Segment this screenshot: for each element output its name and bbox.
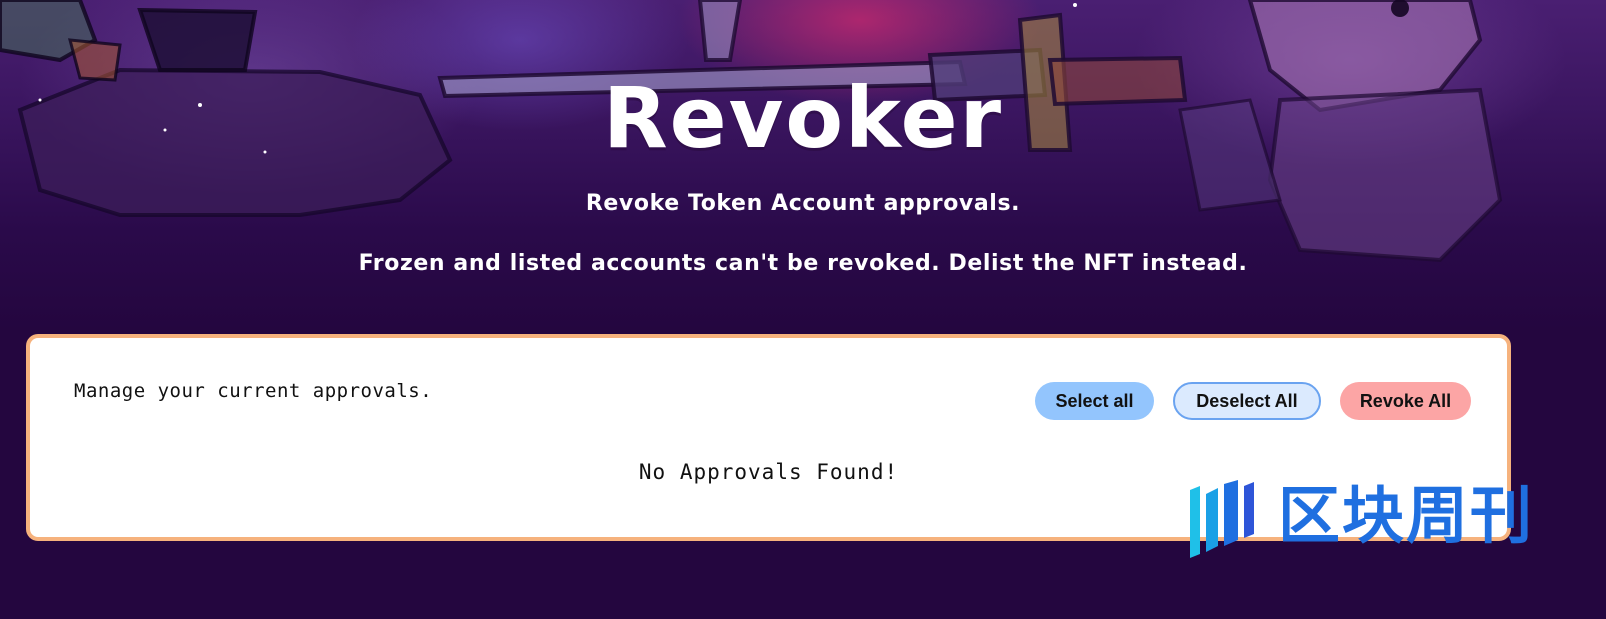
manage-approvals-label: Manage your current approvals. xyxy=(74,380,433,402)
page-title: Revoker xyxy=(602,69,1004,167)
revoke-all-button[interactable]: Revoke All xyxy=(1340,382,1471,420)
bars-logo-icon xyxy=(1190,480,1254,558)
watermark: 区块周刊 xyxy=(1186,476,1606,566)
page-subtitle: Revoke Token Account approvals. xyxy=(585,191,1021,216)
watermark-text: 区块周刊 xyxy=(1278,479,1535,552)
page-notice: Frozen and listed accounts can't be revo… xyxy=(358,251,1248,276)
deselect-all-button[interactable]: Deselect All xyxy=(1173,382,1321,420)
select-all-button[interactable]: Select all xyxy=(1035,382,1154,420)
